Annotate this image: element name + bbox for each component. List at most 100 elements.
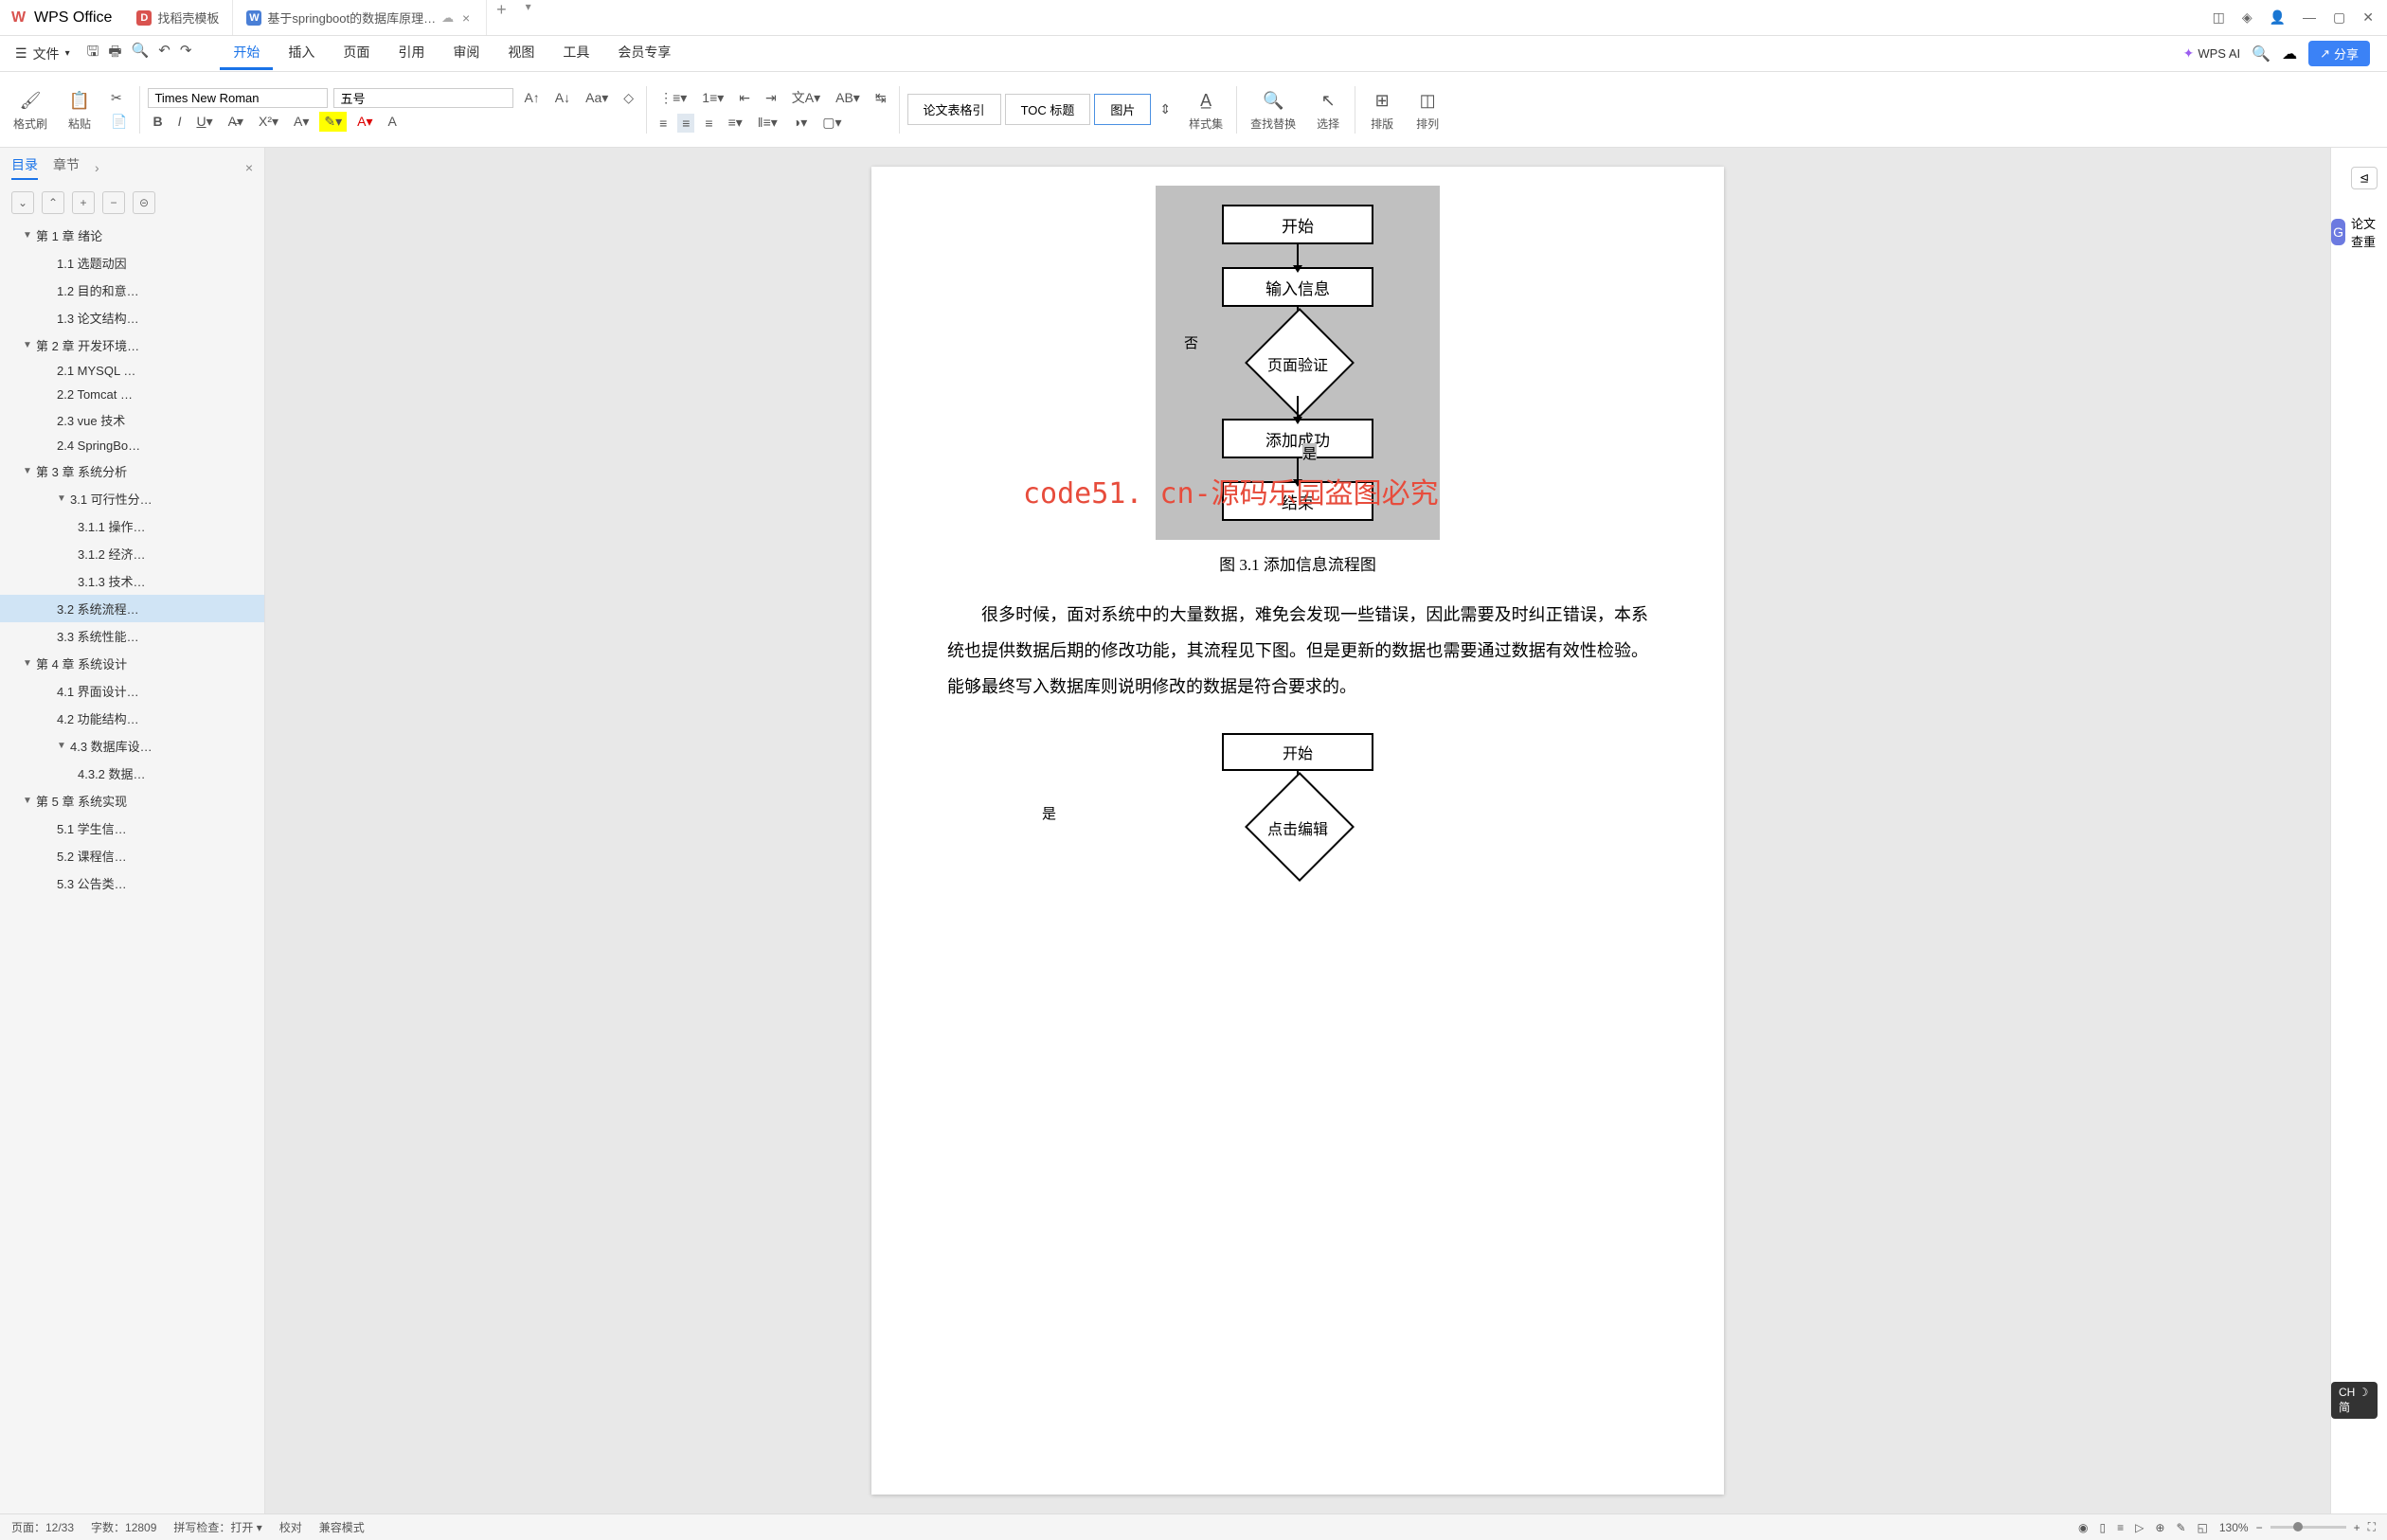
superscript-button[interactable]: X²▾	[254, 112, 283, 132]
toc-item[interactable]: 4.2 功能结构…	[0, 705, 264, 732]
align-center-icon[interactable]: ≡	[677, 114, 694, 133]
clear-format-icon[interactable]: ◇	[619, 88, 638, 108]
share-button[interactable]: ↗ 分享	[2308, 41, 2370, 66]
ribbon-tab-review[interactable]: 审阅	[440, 37, 493, 70]
view-focus-icon[interactable]: ◱	[2198, 1521, 2208, 1534]
ribbon-tab-start[interactable]: 开始	[220, 37, 273, 70]
toc-item[interactable]: ▼4.3 数据库设…	[0, 732, 264, 760]
remove-item-icon[interactable]: −	[102, 191, 125, 214]
toc-toggle-icon[interactable]: ▼	[23, 230, 36, 241]
font-size-select[interactable]	[333, 88, 513, 108]
toc-item[interactable]: ▼第 5 章 系统实现	[0, 787, 264, 815]
toc-item[interactable]: ▼第 3 章 系统分析	[0, 457, 264, 485]
style-image[interactable]: 图片	[1094, 94, 1151, 125]
toc-item[interactable]: 1.1 选题动因	[0, 249, 264, 277]
search-icon[interactable]: 🔍	[2252, 45, 2270, 63]
status-compat[interactable]: 兼容模式	[319, 1519, 365, 1535]
tab-menu-button[interactable]: ▾	[516, 0, 541, 35]
window-cube-icon[interactable]: ◈	[2242, 9, 2252, 26]
toc-item[interactable]: 3.1.1 操作…	[0, 512, 264, 540]
toc-toggle-icon[interactable]: ▼	[57, 741, 70, 751]
view-read-icon[interactable]: ▷	[2135, 1521, 2144, 1534]
ribbon-tab-view[interactable]: 视图	[494, 37, 547, 70]
char-shading-button[interactable]: A	[384, 112, 402, 131]
ribbon-layout[interactable]: ⊞ 排版	[1363, 87, 1401, 132]
window-maximize-button[interactable]: ▢	[2333, 9, 2345, 26]
ribbon-tab-tools[interactable]: 工具	[549, 37, 602, 70]
increase-indent-icon[interactable]: ⇥	[761, 88, 781, 108]
toc-toggle-icon[interactable]: ▼	[23, 658, 36, 669]
expand-all-icon[interactable]: ⌃	[42, 191, 64, 214]
chevron-right-icon[interactable]: ›	[95, 160, 99, 175]
decrease-indent-icon[interactable]: ⇤	[734, 88, 755, 108]
ribbon-tab-member[interactable]: 会员专享	[604, 37, 684, 70]
zoom-value[interactable]: 130%	[2219, 1521, 2249, 1534]
redo-icon[interactable]: ↷	[180, 42, 192, 65]
toc-item[interactable]: 5.1 学生信…	[0, 815, 264, 842]
char-spacing-icon[interactable]: AB▾	[831, 88, 865, 108]
strikethrough-button[interactable]: A̶▾	[224, 112, 248, 132]
underline-button[interactable]: U▾	[191, 112, 217, 132]
right-indent-badge[interactable]: ⊴	[2351, 167, 2378, 189]
toc-item[interactable]: 4.3.2 数据…	[0, 760, 264, 787]
preview-icon[interactable]: 🔍	[132, 42, 150, 65]
toc-item[interactable]: 2.2 Tomcat …	[0, 383, 264, 406]
status-proofing[interactable]: 校对	[279, 1519, 302, 1535]
toc-toggle-icon[interactable]: ▼	[57, 493, 70, 504]
window-minimize-button[interactable]: —	[2303, 9, 2316, 26]
toc-item[interactable]: ▼3.1 可行性分…	[0, 485, 264, 512]
toc-item[interactable]: 3.2 系统流程…	[0, 595, 264, 622]
view-page-icon[interactable]: ▯	[2100, 1521, 2107, 1534]
ribbon-tab-reference[interactable]: 引用	[385, 37, 438, 70]
decrease-font-icon[interactable]: A↓	[550, 88, 575, 107]
tab-close-button[interactable]: ×	[459, 11, 473, 25]
bullets-icon[interactable]: ⋮≡▾	[655, 88, 691, 108]
toc-item[interactable]: 1.3 论文结构…	[0, 304, 264, 331]
style-scroll-icon[interactable]: ⇕	[1155, 99, 1176, 119]
toc-item[interactable]: 2.1 MYSQL …	[0, 359, 264, 383]
text-effect-button[interactable]: A▾	[289, 112, 314, 132]
toc-item[interactable]: 3.3 系统性能…	[0, 622, 264, 650]
ribbon-paste[interactable]: 📋 粘贴	[61, 87, 99, 132]
toc-item[interactable]: 5.3 公告类…	[0, 869, 264, 897]
ribbon-format-painter[interactable]: 🖌 格式刷	[8, 87, 53, 132]
paper-check-button[interactable]: G 论文查重	[2331, 214, 2378, 250]
ribbon-find-replace[interactable]: 🔍 查找替换	[1245, 87, 1301, 132]
cloud-sync-icon[interactable]: ☁	[2282, 45, 2297, 63]
save-icon[interactable]: 🖫	[87, 42, 99, 65]
ribbon-tab-insert[interactable]: 插入	[275, 37, 328, 70]
font-color-button[interactable]: A▾	[352, 112, 377, 132]
view-outline-icon[interactable]: ≡	[2117, 1521, 2124, 1534]
tab-template[interactable]: D 找稻壳模板	[123, 0, 233, 35]
view-mode-icon[interactable]: ◉	[2078, 1521, 2088, 1534]
ribbon-stylesheet[interactable]: A̲ 样式集	[1183, 87, 1229, 132]
cut-icon[interactable]: ✂	[106, 88, 132, 108]
font-select[interactable]	[148, 88, 328, 108]
style-toc-title[interactable]: TOC 标题	[1005, 94, 1091, 125]
window-multi-icon[interactable]: ◫	[2213, 9, 2225, 26]
undo-icon[interactable]: ↶	[158, 42, 170, 65]
tab-icon[interactable]: ↹	[870, 88, 891, 108]
document-area[interactable]: 开始 输入信息 页面验证 否 是 添加成功 结束 code51. cn-源码乐园…	[265, 148, 2330, 1513]
toc-item[interactable]: 4.1 界面设计…	[0, 677, 264, 705]
toc-item[interactable]: 1.2 目的和意…	[0, 277, 264, 304]
zoom-slider[interactable]	[2270, 1526, 2346, 1529]
toc-toggle-icon[interactable]: ▼	[23, 340, 36, 350]
border-icon[interactable]: ▢▾	[817, 113, 846, 133]
status-words[interactable]: 字数：12809	[91, 1519, 156, 1535]
window-close-button[interactable]: ✕	[2362, 9, 2374, 26]
copy-icon[interactable]: 📄	[106, 112, 132, 132]
fullscreen-icon[interactable]: ⛶	[2368, 1520, 2376, 1534]
change-case-icon[interactable]: Aa▾	[581, 88, 613, 108]
window-avatar-icon[interactable]: 👤	[2270, 9, 2286, 26]
tab-add-button[interactable]: +	[487, 0, 516, 35]
bold-button[interactable]: B	[148, 112, 167, 131]
toc-item[interactable]: 3.1.3 技术…	[0, 567, 264, 595]
italic-button[interactable]: I	[173, 112, 187, 131]
sidebar-tab-toc[interactable]: 目录	[11, 155, 38, 180]
sidebar-tab-chapters[interactable]: 章节	[53, 155, 80, 180]
toc-settings-icon[interactable]: ⊝	[133, 191, 155, 214]
zoom-in-button[interactable]: +	[2354, 1521, 2360, 1534]
print-icon[interactable]: 🖶	[108, 42, 121, 65]
highlight-button[interactable]: ✎▾	[319, 112, 347, 132]
